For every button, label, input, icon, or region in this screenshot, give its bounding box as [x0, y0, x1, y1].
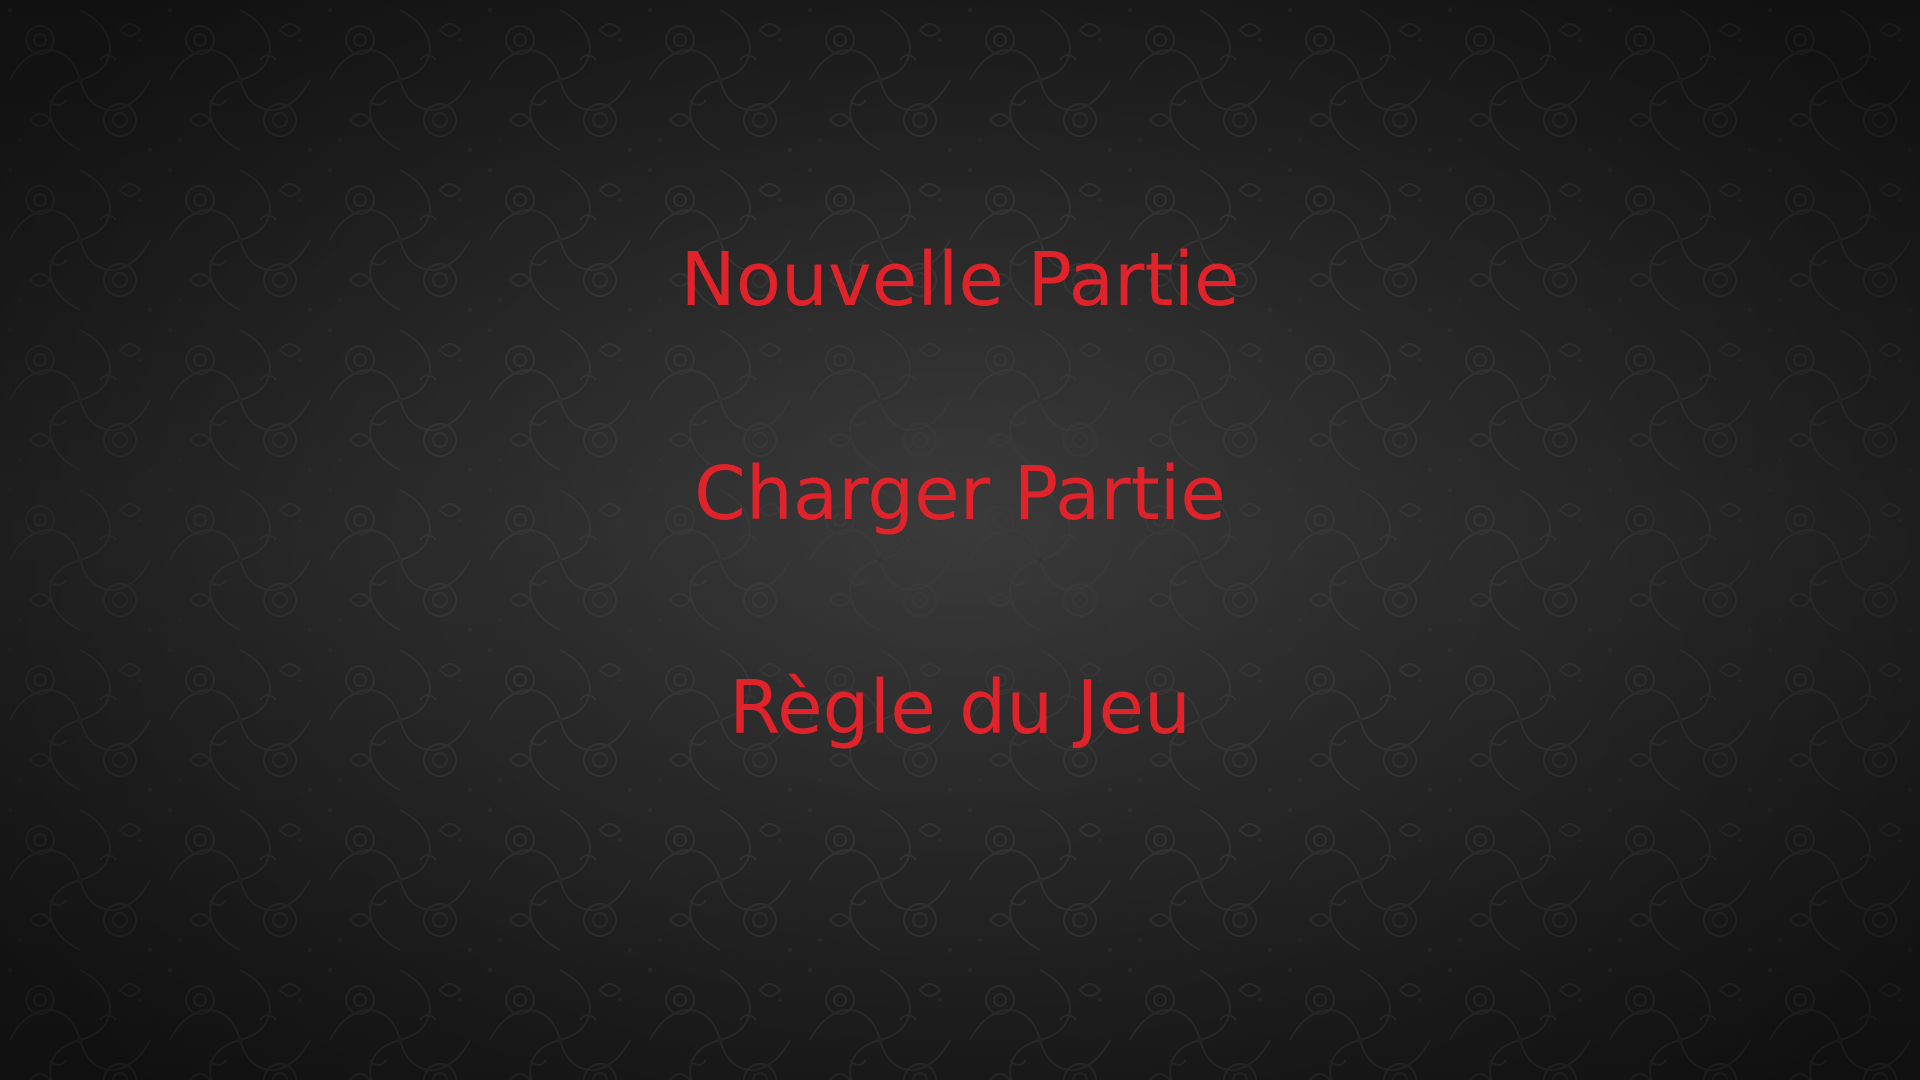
new-game-button[interactable]: Nouvelle Partie: [0, 230, 1920, 330]
load-game-button[interactable]: Charger Partie: [0, 444, 1920, 544]
main-menu-screen: Nouvelle Partie Charger Partie Règle du …: [0, 0, 1920, 1080]
game-rules-label: Règle du Jeu: [729, 665, 1191, 751]
new-game-label: Nouvelle Partie: [680, 237, 1240, 323]
game-rules-button[interactable]: Règle du Jeu: [0, 658, 1920, 758]
main-menu: Nouvelle Partie Charger Partie Règle du …: [0, 0, 1920, 1080]
load-game-label: Charger Partie: [694, 451, 1226, 537]
